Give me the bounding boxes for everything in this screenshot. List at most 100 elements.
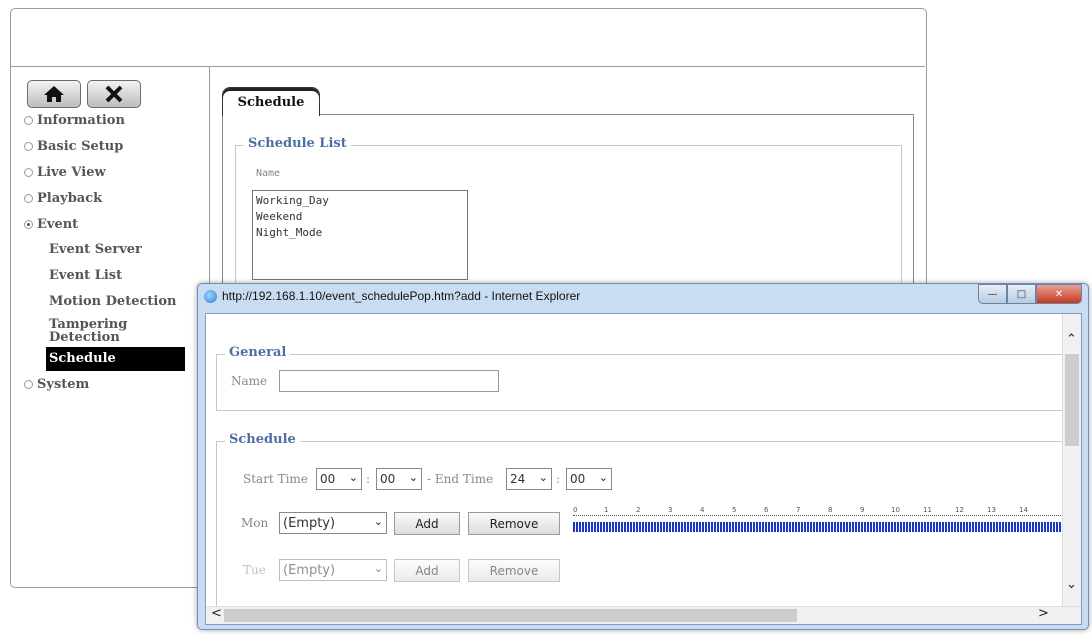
sidebar-subitem-tampering-detection[interactable]: Tampering Detection xyxy=(49,318,129,344)
hour-tick-label: 1 xyxy=(604,506,609,514)
popup-title: http://192.168.1.10/event_schedulePop.ht… xyxy=(222,289,581,303)
sidebar-item-label: Information xyxy=(37,113,125,128)
hour-timeline: 0 1 2 3 4 5 6 7 8 9 10 11 12 13 14 xyxy=(573,506,1063,546)
day-label-tue: Tue xyxy=(243,563,266,577)
sidebar-top-buttons xyxy=(27,80,141,108)
chevron-down-icon: ⌄ xyxy=(373,562,383,575)
vertical-scroll-thumb[interactable] xyxy=(1065,354,1079,446)
horizontal-scroll-thumb[interactable] xyxy=(224,609,797,622)
close-icon: ✕ xyxy=(1054,288,1064,300)
hour-tick-label: 14 xyxy=(1019,506,1028,514)
hour-tick-label: 3 xyxy=(668,506,673,514)
schedule-list-legend: Schedule List xyxy=(244,136,351,151)
hour-tick-label: 7 xyxy=(796,506,801,514)
sidebar-subitem-event-list[interactable]: Event List xyxy=(49,268,122,283)
popup-content: General Name Schedule Start Time 00 ⌄ : 0… xyxy=(205,313,1082,625)
hour-tick-label: 9 xyxy=(860,506,865,514)
maximize-icon: □ xyxy=(1016,288,1027,300)
page-header xyxy=(10,8,925,67)
hour-tick-label: 4 xyxy=(700,506,705,514)
timeline-dotted-line xyxy=(573,515,1063,518)
sidebar-subitem-motion-detection[interactable]: Motion Detection xyxy=(49,294,176,309)
sidebar-item-basic-setup[interactable]: Basic Setup xyxy=(24,139,123,154)
name-input[interactable] xyxy=(279,370,499,392)
radio-selected-icon xyxy=(24,220,33,229)
horizontal-scrollbar[interactable]: < > xyxy=(206,606,1081,624)
mon-remove-button[interactable]: Remove xyxy=(468,512,560,535)
end-hour-value: 24 xyxy=(510,472,526,486)
end-time-label: - End Time xyxy=(427,472,494,486)
sidebar-item-label: System xyxy=(37,377,90,392)
mon-add-button[interactable]: Add xyxy=(394,512,460,535)
list-item[interactable]: Night_Mode xyxy=(256,225,464,241)
scroll-left-icon[interactable]: < xyxy=(211,606,222,621)
sidebar-subitem-schedule[interactable]: Schedule xyxy=(46,347,185,371)
mon-schedule-select[interactable]: (Empty) ⌄ xyxy=(279,512,387,534)
popup-titlebar: http://192.168.1.10/event_schedulePop.ht… xyxy=(204,289,580,303)
hour-tick-label: 12 xyxy=(955,506,964,514)
sidebar-item-system[interactable]: System xyxy=(24,377,89,392)
end-hour-select[interactable]: 24 ⌄ xyxy=(506,468,552,490)
chevron-down-icon: ⌄ xyxy=(538,471,548,484)
list-item[interactable]: Working_Day xyxy=(256,193,464,209)
tue-schedule-select[interactable]: (Empty) ⌄ xyxy=(279,559,387,581)
chevron-down-icon: ⌄ xyxy=(373,515,383,528)
sidebar-item-label: Basic Setup xyxy=(37,139,124,154)
sidebar-item-label: Playback xyxy=(37,191,103,206)
tue-schedule-value: (Empty) xyxy=(283,562,336,578)
schedule-listbox[interactable]: Working_Day Weekend Night_Mode xyxy=(252,190,468,280)
sidebar-item-playback[interactable]: Playback xyxy=(24,191,102,206)
tools-button[interactable] xyxy=(87,80,141,108)
home-button[interactable] xyxy=(27,80,81,108)
hour-tick-label: 13 xyxy=(987,506,996,514)
popup-window: http://192.168.1.10/event_schedulePop.ht… xyxy=(197,283,1089,630)
radio-icon xyxy=(24,168,33,177)
ie-icon xyxy=(204,289,217,303)
hour-tick-label: 5 xyxy=(732,506,737,514)
mon-schedule-bar[interactable] xyxy=(573,522,1063,532)
hour-tick-label: 8 xyxy=(828,506,833,514)
hour-tick-label: 11 xyxy=(923,506,932,514)
scroll-down-icon[interactable]: ⌄ xyxy=(1066,577,1077,592)
minimize-icon: — xyxy=(987,288,998,300)
radio-icon xyxy=(24,116,33,125)
scroll-right-icon[interactable]: > xyxy=(1038,606,1049,621)
radio-icon xyxy=(24,142,33,151)
start-min-select[interactable]: 00 ⌄ xyxy=(376,468,422,490)
maximize-button[interactable]: □ xyxy=(1007,284,1036,304)
end-min-select[interactable]: 00 ⌄ xyxy=(566,468,612,490)
hour-tick-label: 6 xyxy=(764,506,769,514)
tue-add-button[interactable]: Add xyxy=(394,559,460,582)
time-separator: : xyxy=(366,472,371,486)
home-icon xyxy=(44,86,64,102)
day-label-mon: Mon xyxy=(241,516,269,530)
minimize-button[interactable]: — xyxy=(978,284,1007,304)
sidebar-subitem-event-server[interactable]: Event Server xyxy=(49,242,142,257)
chevron-down-icon: ⌄ xyxy=(408,471,418,484)
sidebar-item-information[interactable]: Information xyxy=(24,113,125,128)
tools-icon xyxy=(105,85,123,103)
hour-tick-label: 2 xyxy=(636,506,641,514)
time-separator: : xyxy=(556,472,561,486)
start-min-value: 00 xyxy=(380,472,396,486)
sidebar-item-label: Event xyxy=(37,217,79,232)
tue-remove-button[interactable]: Remove xyxy=(468,559,560,582)
schedule-legend: Schedule xyxy=(225,432,300,447)
close-button[interactable]: ✕ xyxy=(1036,284,1082,304)
sidebar-item-event[interactable]: Event xyxy=(24,217,78,232)
start-hour-select[interactable]: 00 ⌄ xyxy=(316,468,362,490)
mon-schedule-value: (Empty) xyxy=(283,515,336,531)
hour-tick-label: 0 xyxy=(573,506,578,514)
vertical-scrollbar[interactable]: ⌃ ⌄ xyxy=(1062,314,1081,607)
name-column-header: Name xyxy=(256,168,281,179)
window-controls: — □ ✕ xyxy=(978,284,1082,304)
sidebar-item-label: Live View xyxy=(37,165,106,180)
name-label: Name xyxy=(231,374,268,388)
tab-schedule[interactable]: Schedule xyxy=(222,87,320,116)
end-min-value: 00 xyxy=(570,472,586,486)
list-item[interactable]: Weekend xyxy=(256,209,464,225)
scroll-up-icon[interactable]: ⌃ xyxy=(1066,332,1077,347)
sidebar-item-live-view[interactable]: Live View xyxy=(24,165,106,180)
start-hour-value: 00 xyxy=(320,472,336,486)
start-time-label: Start Time xyxy=(243,472,308,486)
